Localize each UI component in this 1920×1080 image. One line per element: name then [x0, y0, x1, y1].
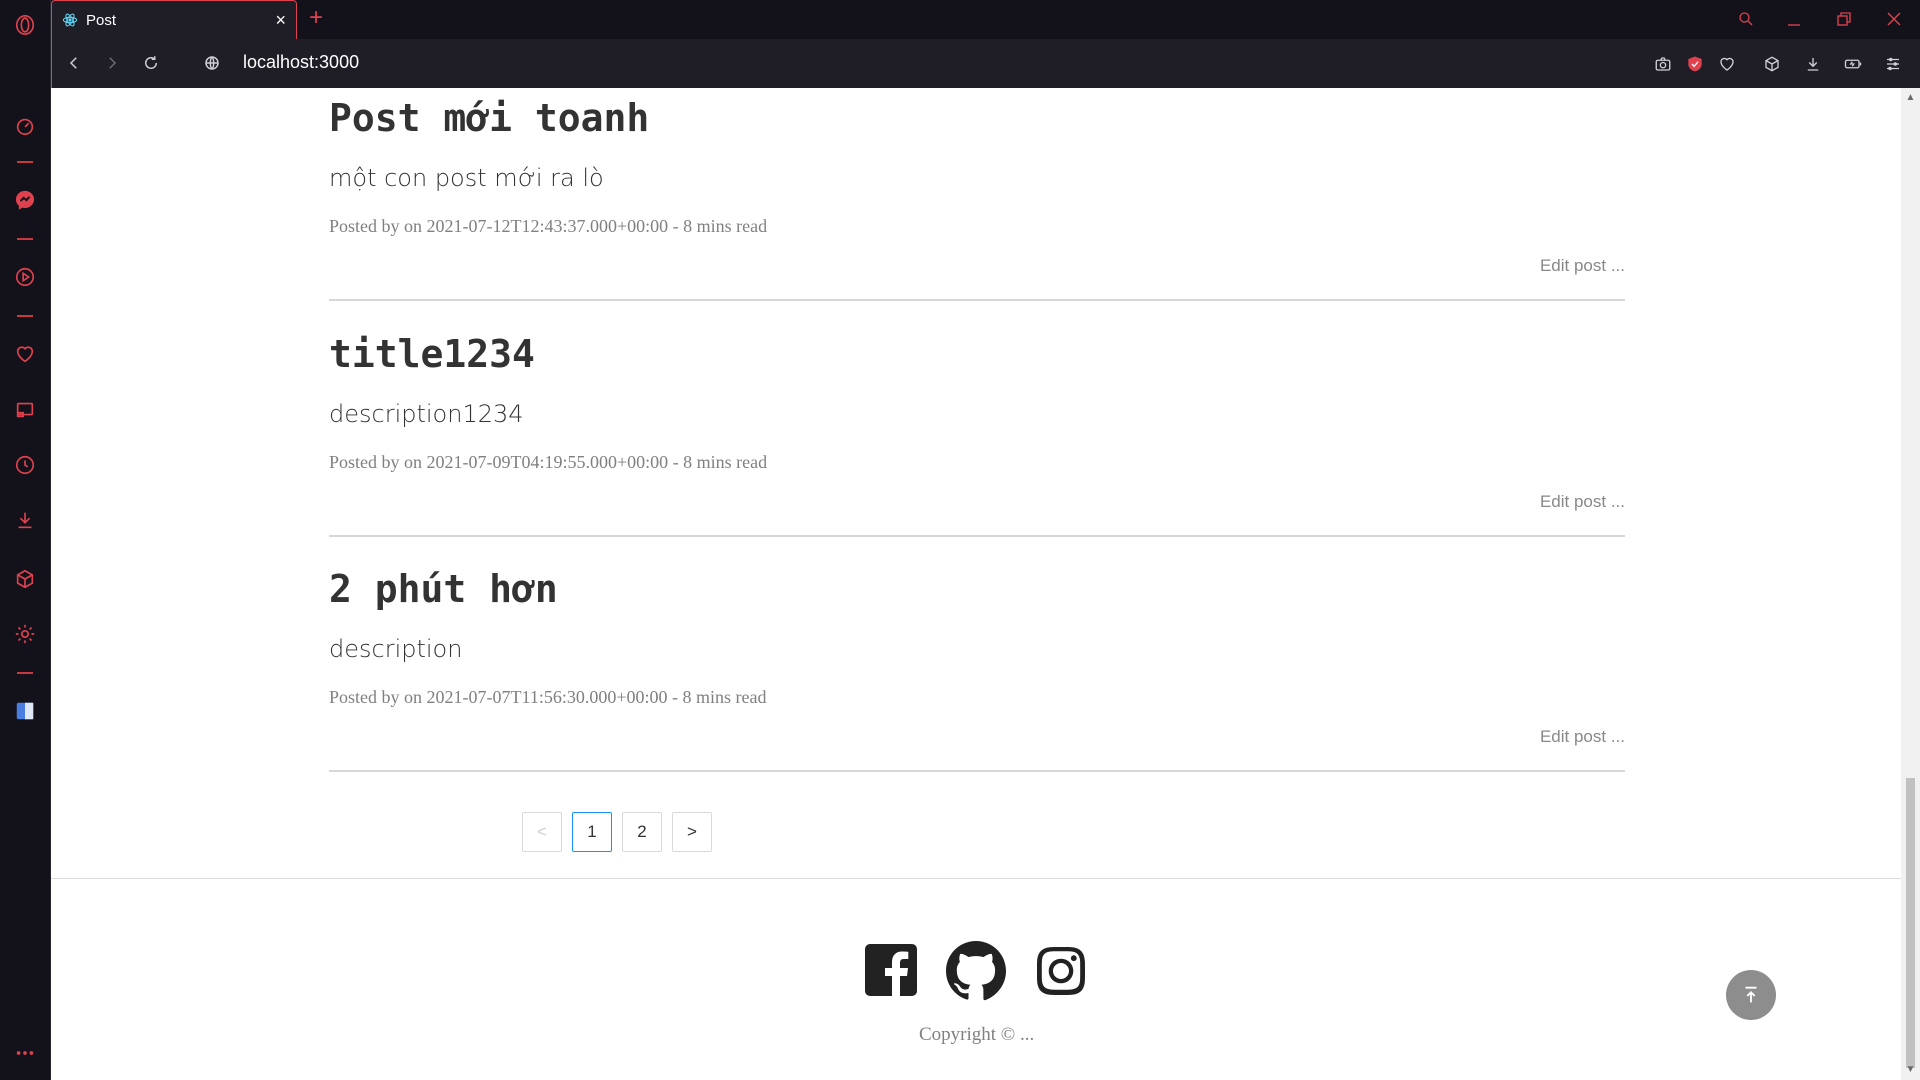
- close-tab-icon[interactable]: ×: [275, 11, 286, 29]
- post-description: description: [329, 635, 463, 663]
- sidebar-divider: [17, 161, 33, 163]
- tab-post[interactable]: Post ×: [51, 0, 297, 39]
- bookmark-heart-icon[interactable]: [1716, 53, 1738, 75]
- sidebar-divider: [17, 672, 33, 674]
- post-item: title1234 description1234 Posted by on 2…: [329, 324, 1625, 539]
- pagination-page-1[interactable]: 1: [572, 812, 612, 852]
- more-options-icon[interactable]: [12, 1040, 38, 1066]
- scrollbar-thumb[interactable]: [1906, 778, 1915, 1068]
- post-item: 2 phút hơn description Posted by on 2021…: [329, 559, 1625, 774]
- messenger-icon[interactable]: [12, 187, 38, 213]
- adblock-shield-icon[interactable]: [1684, 53, 1706, 75]
- post-title[interactable]: 2 phút hơn: [329, 567, 558, 611]
- instagram-icon[interactable]: [1029, 938, 1093, 1002]
- reload-icon[interactable]: [139, 51, 163, 75]
- minimize-icon[interactable]: [1783, 8, 1805, 30]
- edit-post-link[interactable]: Edit post ...: [1540, 727, 1625, 747]
- battery-saver-icon[interactable]: [1842, 53, 1864, 75]
- arrow-up-icon: [1745, 986, 1757, 1003]
- bookmarks-heart-icon[interactable]: [12, 341, 38, 367]
- github-icon[interactable]: [944, 938, 1008, 1002]
- post-title[interactable]: Post mới toanh: [329, 96, 649, 140]
- globe-icon: [200, 51, 224, 75]
- pagination-next-button[interactable]: >: [672, 812, 712, 852]
- post-divider: [329, 535, 1625, 537]
- pagination-prev-button[interactable]: <: [522, 812, 562, 852]
- footer-divider: [51, 878, 1901, 879]
- sidebar-divider: [17, 238, 33, 240]
- post-description: một con post mới ra lò: [329, 164, 604, 192]
- download-icon[interactable]: [1802, 53, 1824, 75]
- settings-gear-icon[interactable]: [12, 621, 38, 647]
- facebook-icon[interactable]: [859, 938, 923, 1002]
- player-icon[interactable]: [12, 264, 38, 290]
- post-item: Post mới toanh một con post mới ra lò Po…: [329, 88, 1625, 303]
- copyright-text: Copyright © ...: [919, 1024, 1035, 1045]
- easy-setup-sliders-icon[interactable]: [1882, 53, 1904, 75]
- restore-icon[interactable]: [1833, 8, 1855, 30]
- post-description: description1234: [329, 400, 524, 428]
- post-meta: Posted by on 2021-07-09T04:19:55.000+00:…: [329, 452, 768, 472]
- extensions-cube-icon[interactable]: [1761, 53, 1783, 75]
- pagination-page-2[interactable]: 2: [622, 812, 662, 852]
- snapshot-camera-icon[interactable]: [1652, 53, 1674, 75]
- address-bar: localhost:3000: [51, 39, 1920, 88]
- opera-logo-icon[interactable]: [12, 12, 38, 38]
- edit-post-link[interactable]: Edit post ...: [1540, 492, 1625, 512]
- post-meta: Posted by on 2021-07-12T12:43:37.000+00:…: [329, 216, 768, 236]
- history-clock-icon[interactable]: [12, 452, 38, 478]
- post-meta: Posted by on 2021-07-07T11:56:30.000+00:…: [329, 687, 767, 707]
- extensions-cube-icon[interactable]: [12, 566, 38, 592]
- sidebar-divider: [17, 315, 33, 317]
- post-divider: [329, 299, 1625, 301]
- page-scrollbar[interactable]: ▲ ▼: [1901, 88, 1920, 1080]
- back-to-top-button[interactable]: [1726, 970, 1776, 1020]
- url-field[interactable]: localhost:3000: [243, 52, 359, 73]
- browser-sidebar: [0, 0, 51, 1080]
- react-favicon-icon: [62, 13, 78, 27]
- tab-bar: Post × +: [51, 0, 1920, 39]
- speed-dial-icon[interactable]: [12, 113, 38, 139]
- search-icon[interactable]: [1735, 8, 1757, 30]
- scroll-down-arrow-icon[interactable]: ▼: [1905, 1064, 1916, 1075]
- edit-post-link[interactable]: Edit post ...: [1540, 256, 1625, 276]
- post-title[interactable]: title1234: [329, 332, 535, 376]
- post-divider: [329, 770, 1625, 772]
- forward-icon[interactable]: [100, 51, 124, 75]
- back-icon[interactable]: [62, 51, 86, 75]
- page-viewport: Post mới toanh một con post mới ra lò Po…: [51, 88, 1901, 1080]
- close-window-icon[interactable]: [1883, 8, 1905, 30]
- new-tab-button[interactable]: +: [309, 6, 323, 30]
- scroll-up-arrow-icon[interactable]: ▲: [1905, 92, 1916, 103]
- downloads-icon[interactable]: [12, 507, 38, 533]
- tab-title: Post: [86, 11, 117, 29]
- tabs-icon[interactable]: [12, 397, 38, 423]
- translate-extension-icon[interactable]: [12, 698, 38, 724]
